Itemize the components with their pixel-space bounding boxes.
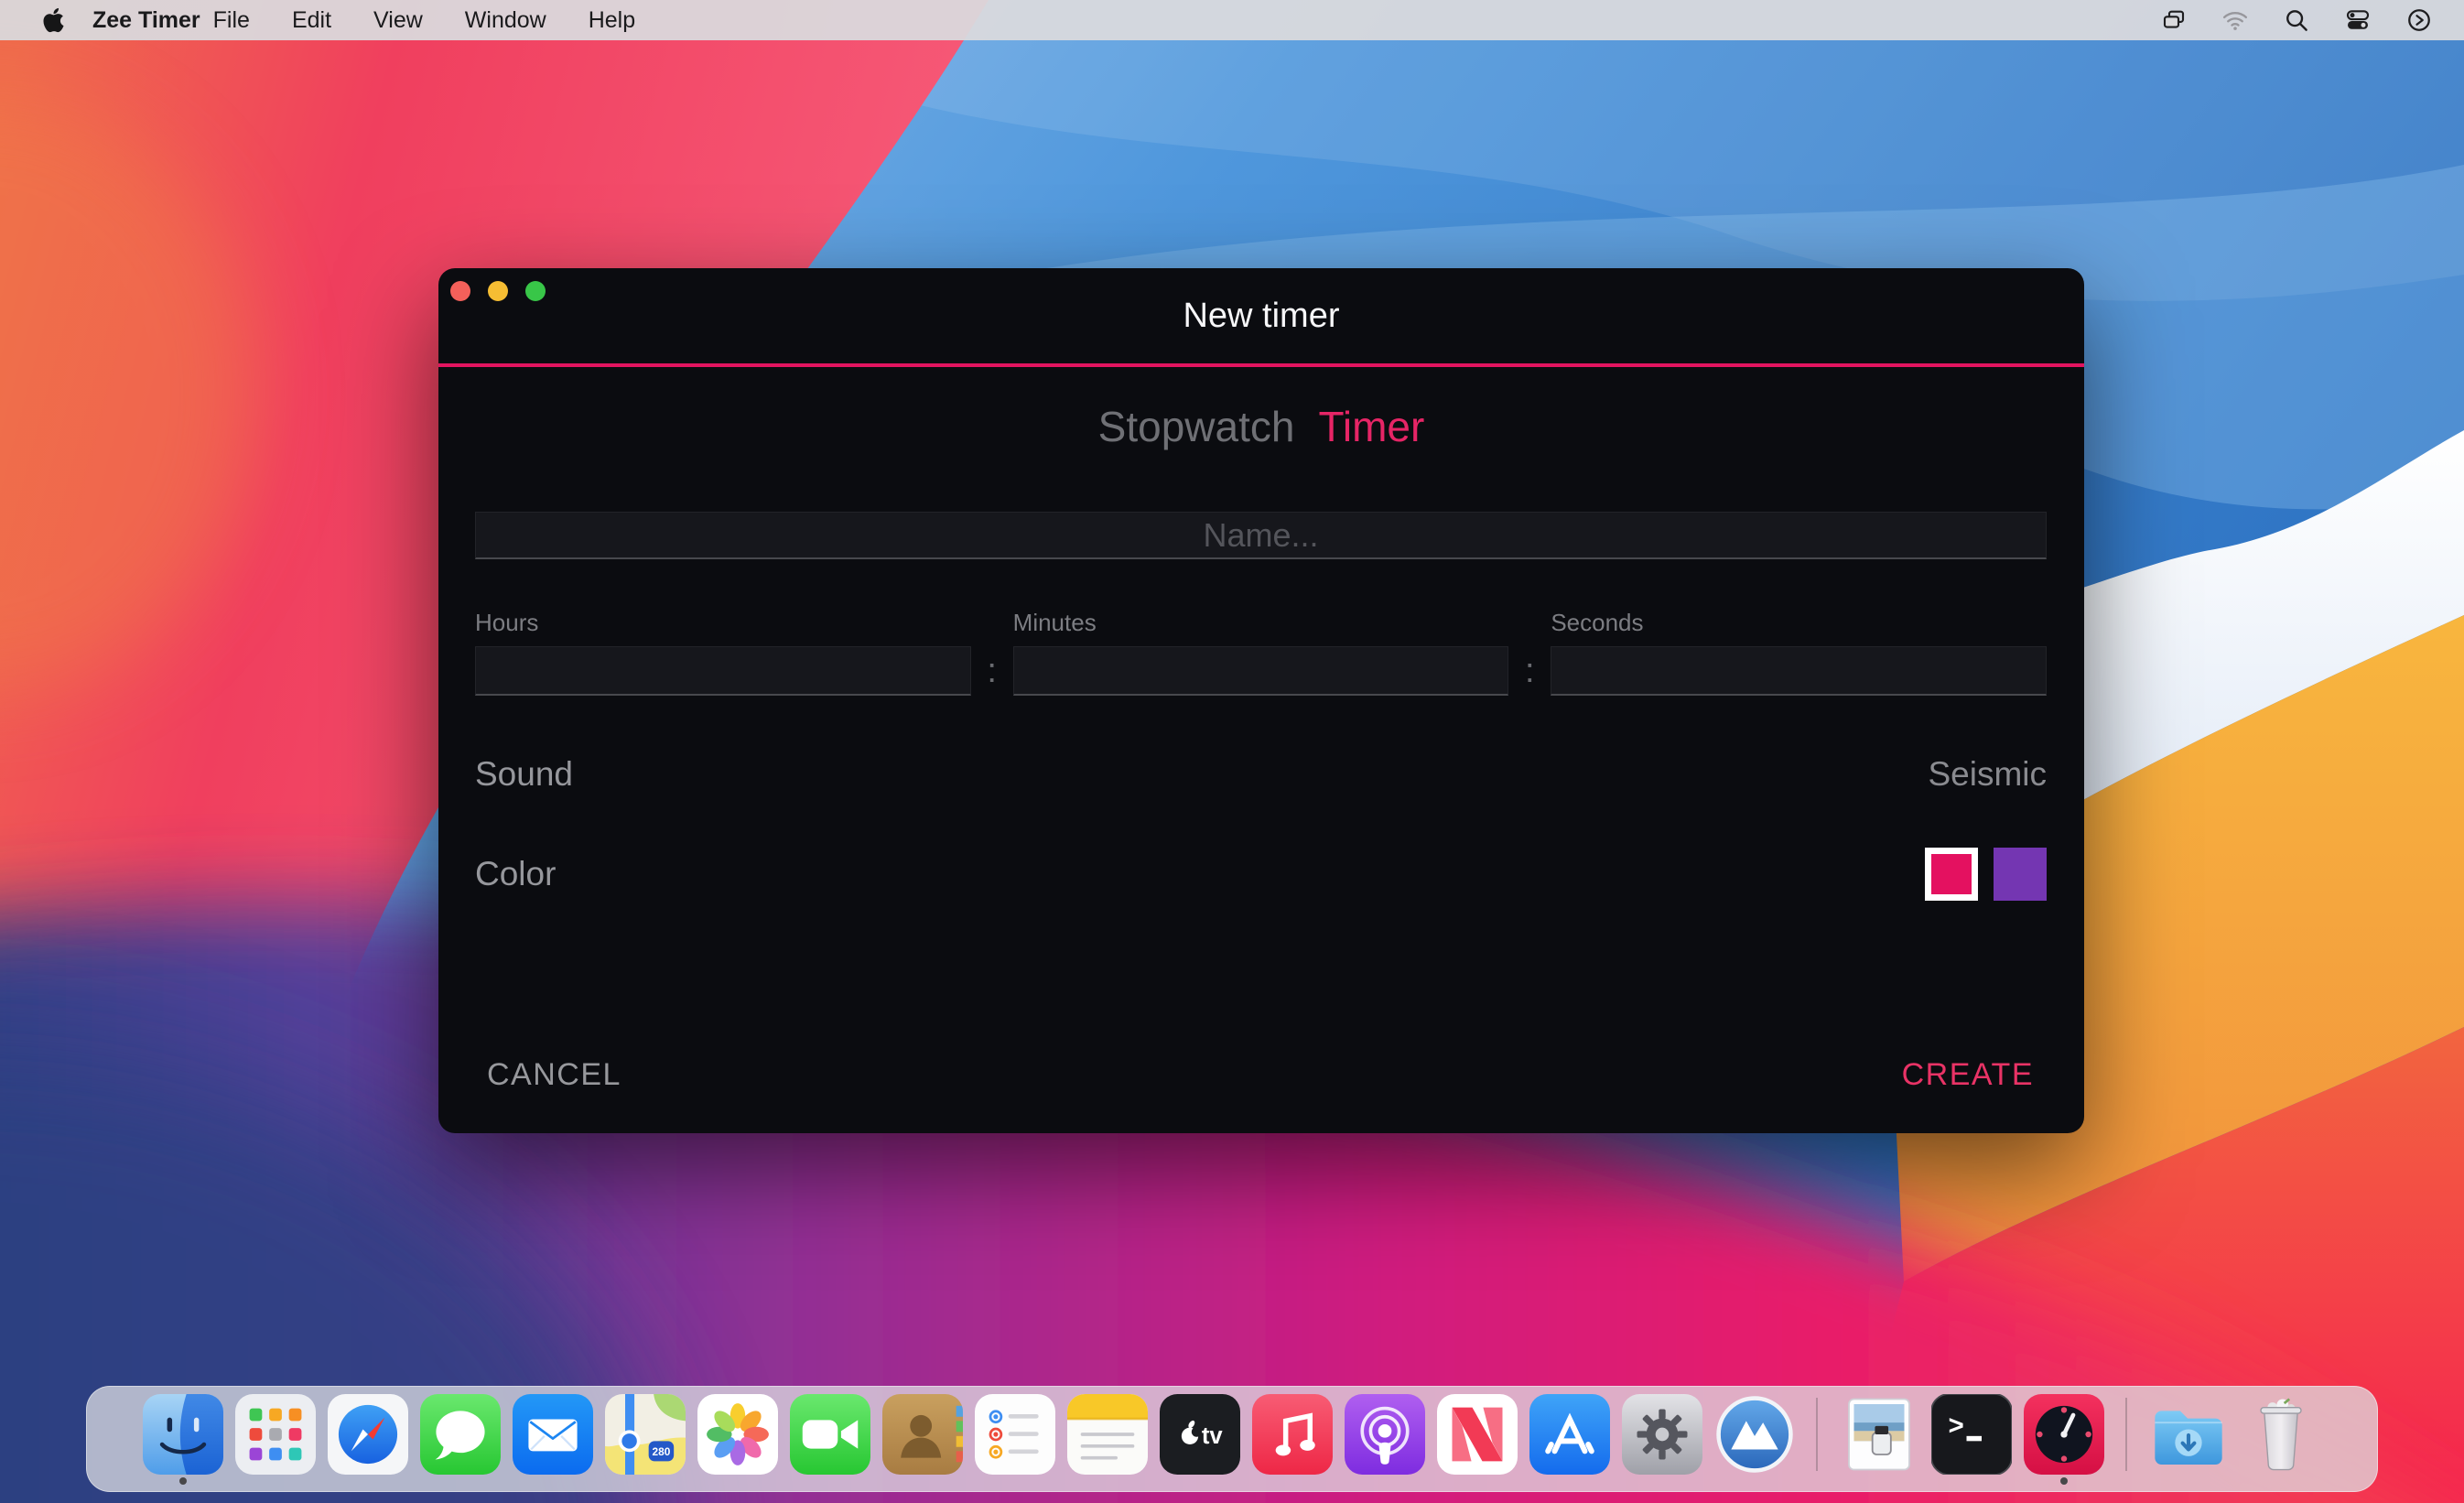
tv-icon[interactable]: tv [1160, 1394, 1240, 1475]
menu-window[interactable]: Window [465, 7, 546, 34]
circled-chevron-icon[interactable] [2405, 6, 2433, 34]
menu-file[interactable]: File [213, 7, 250, 34]
menu-bar: Zee Timer File Edit View Window Help [0, 0, 2464, 40]
svg-text:>: > [1948, 1412, 1964, 1443]
seconds-input[interactable] [1551, 646, 2047, 696]
color-row: Color [475, 845, 2047, 903]
podcasts-icon[interactable] [1345, 1394, 1425, 1475]
mail-icon[interactable] [513, 1394, 593, 1475]
menu-help[interactable]: Help [589, 7, 635, 34]
title-bar: New timer [438, 268, 2084, 363]
photos-icon[interactable] [697, 1394, 778, 1475]
terminal-icon[interactable]: > [1931, 1394, 2012, 1475]
new-timer-window: New timer Stopwatch Timer Hours Minutes … [438, 268, 2084, 1133]
contacts-icon[interactable] [882, 1394, 963, 1475]
minutes-label: Minutes [1012, 609, 1097, 636]
windows-icon[interactable] [2160, 6, 2188, 34]
dock-divider [2125, 1398, 2127, 1471]
create-button[interactable]: CREATE [1902, 1057, 2034, 1093]
search-icon[interactable] [2283, 6, 2310, 34]
seconds-label: Seconds [1551, 609, 1644, 636]
apple-logo-icon[interactable] [42, 6, 65, 34]
news-icon[interactable] [1437, 1394, 1518, 1475]
cancel-button[interactable]: CANCEL [487, 1057, 621, 1093]
tab-timer[interactable]: Timer [1318, 402, 1424, 451]
downloads-folder-icon[interactable] [2148, 1394, 2229, 1475]
color-swatch-2[interactable] [1994, 848, 2047, 901]
trash-icon[interactable] [2241, 1394, 2321, 1475]
svg-text:280: 280 [652, 1445, 670, 1458]
desktop: Zee Timer File Edit View Window Help New… [0, 0, 2464, 1503]
menu-app-name[interactable]: Zee Timer [92, 7, 200, 34]
colon-separator: : [1525, 651, 1535, 690]
hours-input[interactable] [475, 646, 971, 696]
menu-edit[interactable]: Edit [292, 7, 331, 34]
name-input[interactable] [475, 512, 2047, 559]
hours-label: Hours [475, 609, 539, 636]
menu-status-area [2160, 6, 2433, 34]
safari-icon[interactable] [328, 1394, 408, 1475]
music-icon[interactable] [1252, 1394, 1333, 1475]
zee-timer-icon[interactable] [2024, 1394, 2104, 1485]
color-label: Color [475, 855, 557, 892]
running-indicator [2060, 1477, 2068, 1485]
menu-view[interactable]: View [373, 7, 423, 34]
color-swatch-1[interactable] [1925, 848, 1978, 901]
running-indicator [179, 1477, 187, 1485]
timer-type-tabs: Stopwatch Timer [438, 402, 2084, 451]
maps-icon[interactable]: 280 [605, 1394, 686, 1475]
dock-divider [1816, 1398, 1818, 1471]
dialog-actions: CANCEL CREATE [487, 1057, 2034, 1093]
sound-label: Sound [475, 755, 573, 793]
color-swatches [1925, 848, 2047, 901]
sound-row: Sound Seismic [475, 748, 2047, 801]
mountain-app-icon[interactable] [1714, 1394, 1795, 1475]
reminders-icon[interactable] [975, 1394, 1055, 1475]
finder-icon[interactable] [143, 1394, 223, 1485]
accent-divider [438, 363, 2084, 367]
minutes-input[interactable] [1012, 646, 1509, 696]
window-title: New timer [1183, 296, 1340, 335]
system-preferences-icon[interactable] [1622, 1394, 1702, 1475]
svg-text:tv: tv [1202, 1423, 1224, 1449]
messages-icon[interactable] [420, 1394, 501, 1475]
duration-fields: Hours Minutes Seconds : : [475, 609, 2047, 696]
dock: 280 tv > [86, 1386, 2378, 1492]
menu-items: File Edit View Window Help [213, 7, 635, 34]
preview-file-icon[interactable] [1839, 1394, 1919, 1475]
launchpad-icon[interactable] [235, 1394, 316, 1475]
sound-value[interactable]: Seismic [1928, 755, 2047, 794]
wifi-icon[interactable] [2221, 6, 2249, 34]
facetime-icon[interactable] [790, 1394, 870, 1475]
notes-icon[interactable] [1067, 1394, 1148, 1475]
control-center-icon[interactable] [2344, 6, 2372, 34]
app-store-icon[interactable] [1529, 1394, 1610, 1475]
name-field-wrap [475, 512, 2047, 559]
colon-separator: : [987, 651, 997, 690]
tab-stopwatch[interactable]: Stopwatch [1098, 402, 1295, 451]
